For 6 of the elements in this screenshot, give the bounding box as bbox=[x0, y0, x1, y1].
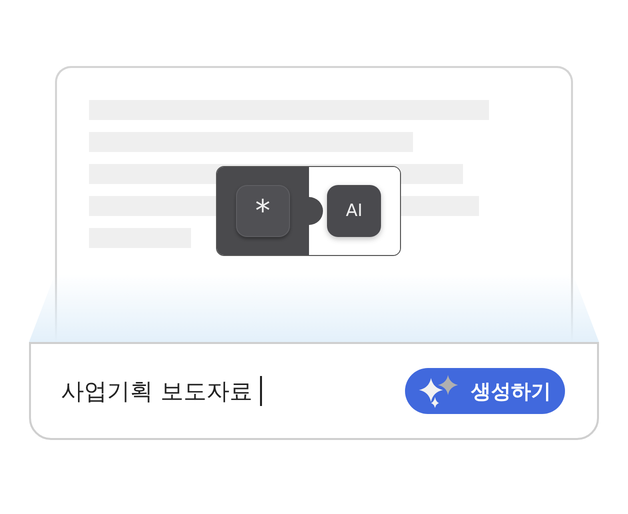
toggle-option[interactable]: AI bbox=[308, 167, 400, 255]
mode-toggle[interactable]: * AI bbox=[216, 166, 401, 256]
generate-button[interactable]: 생성하기 bbox=[405, 368, 565, 414]
key-cap: AI bbox=[327, 185, 382, 237]
text-cursor bbox=[260, 376, 262, 406]
key-cap: * bbox=[236, 185, 290, 237]
